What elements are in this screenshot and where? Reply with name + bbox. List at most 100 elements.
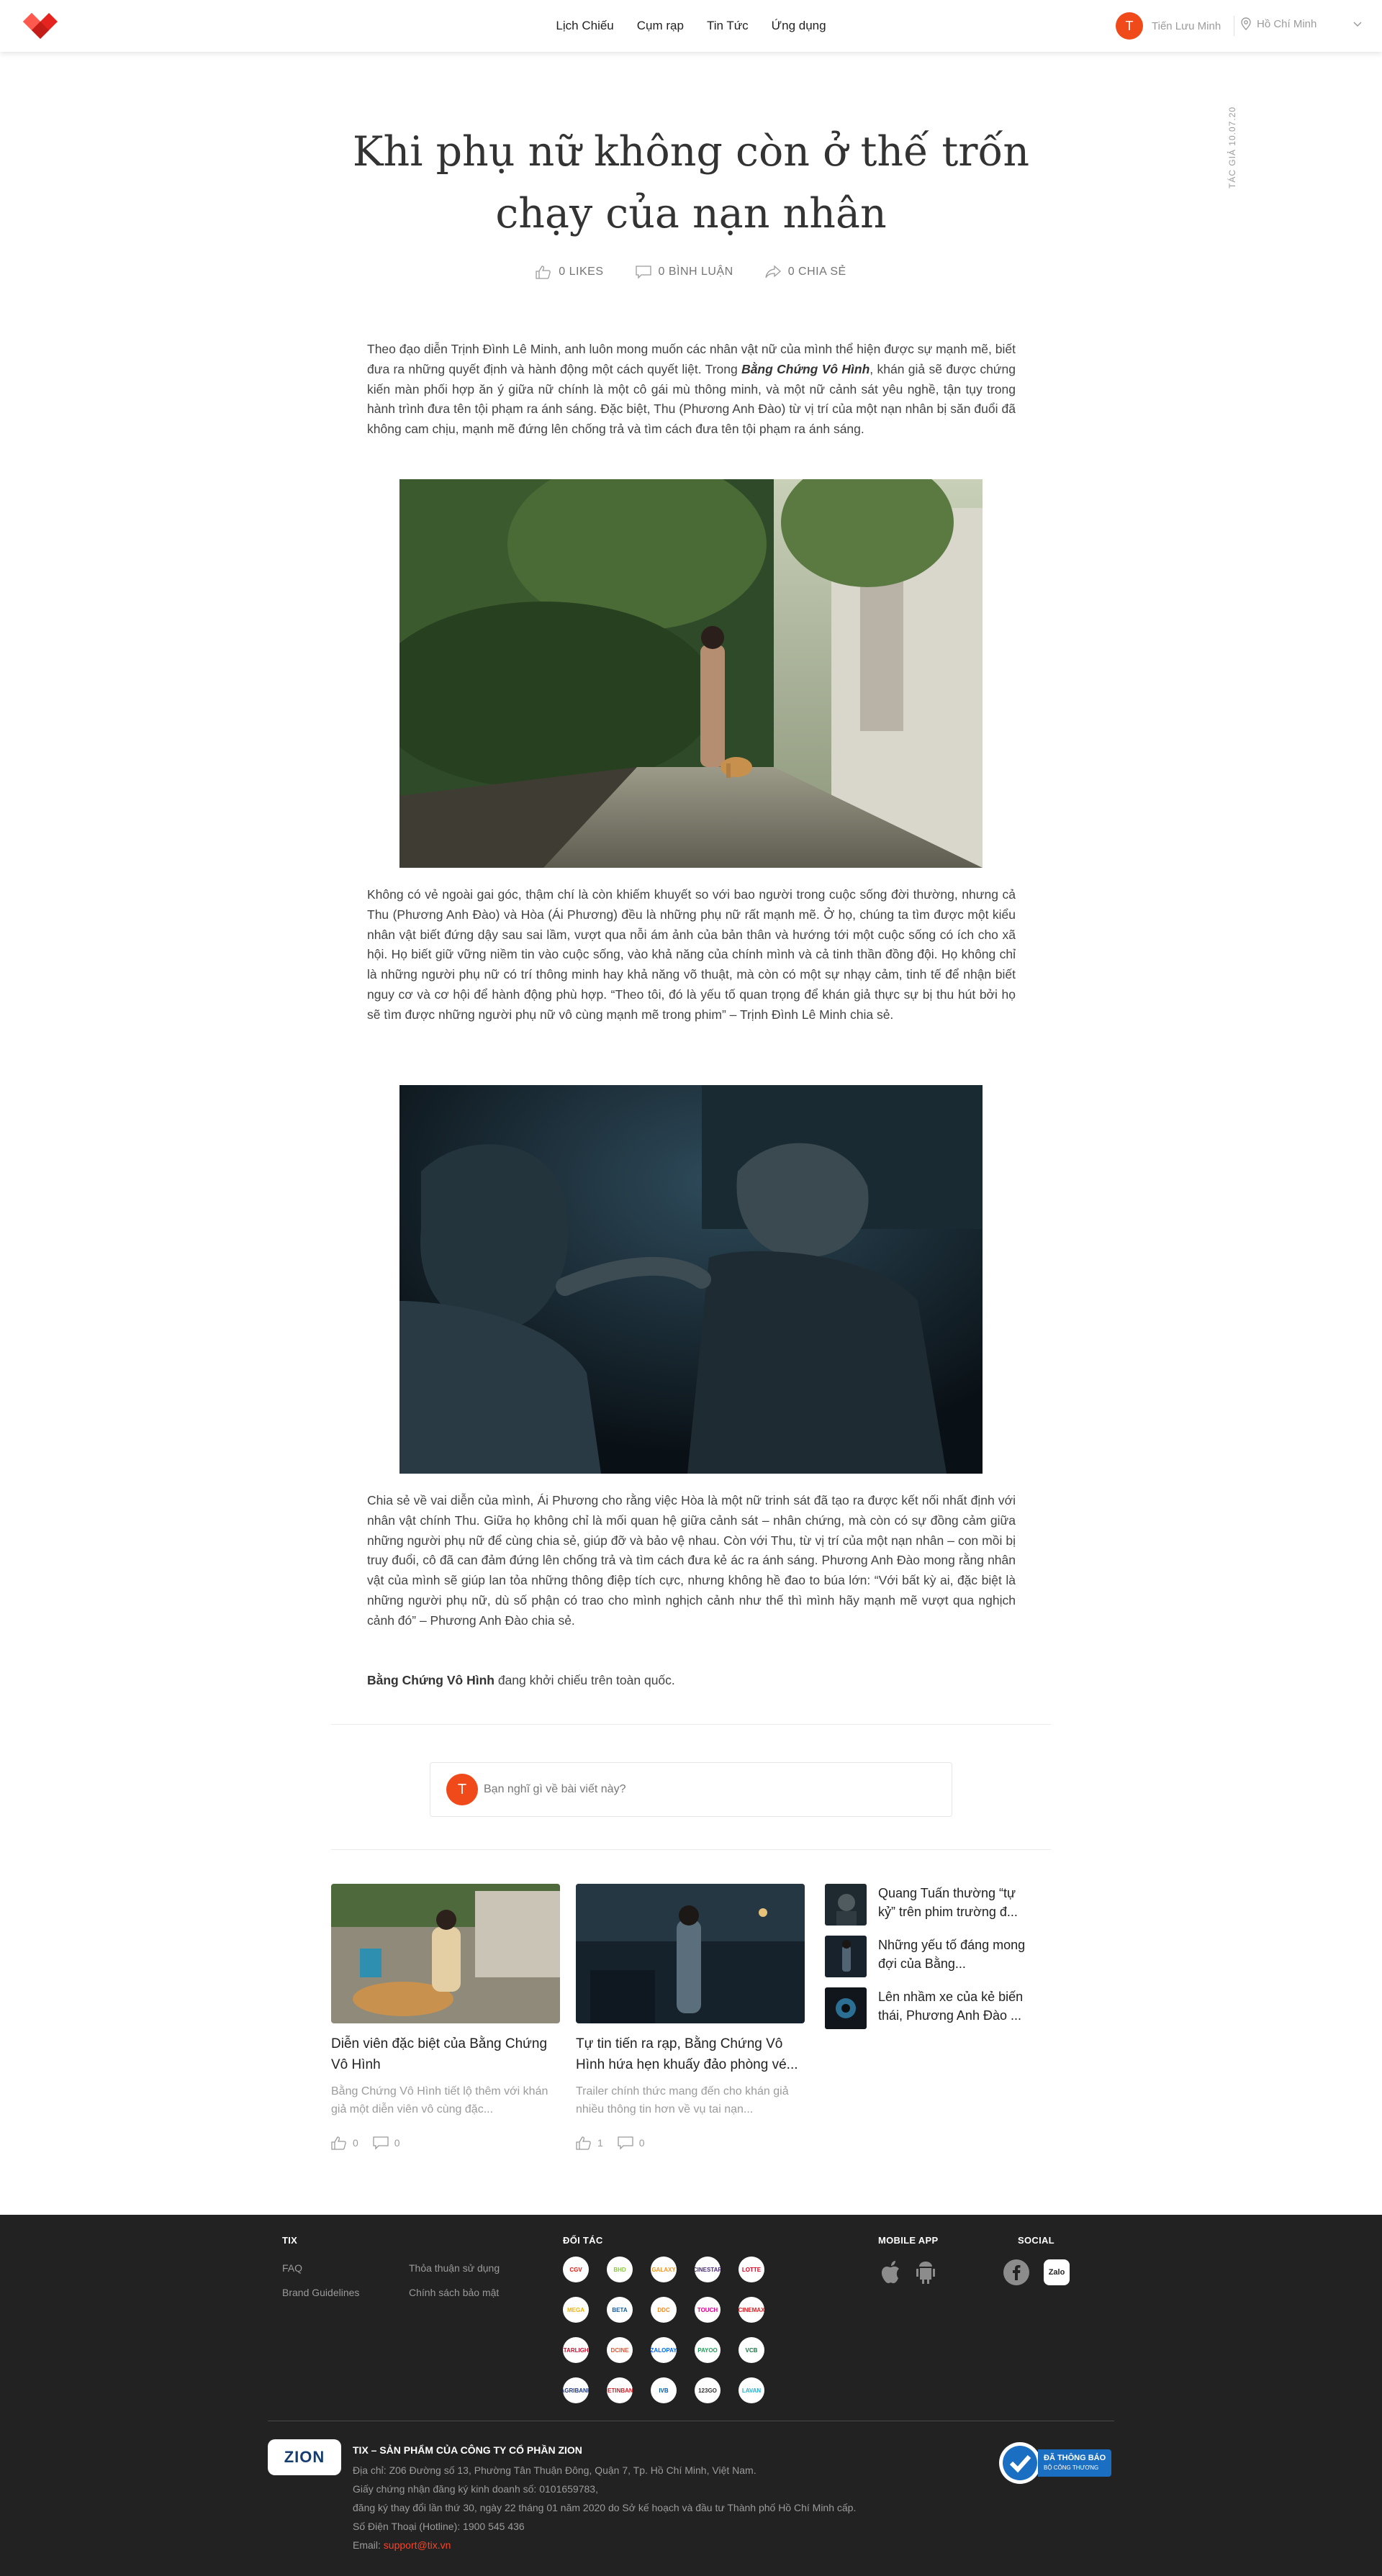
email-link[interactable]: support@tix.vn bbox=[384, 2539, 451, 2551]
card-like-button[interactable]: 1 bbox=[576, 2136, 603, 2150]
footer-link-brand[interactable]: Brand Guidelines bbox=[282, 2287, 359, 2298]
likes-count: 0 LIKES bbox=[559, 266, 604, 278]
partner-logo-123go[interactable]: 123GO bbox=[695, 2377, 721, 2403]
nav-tin-tuc[interactable]: Tin Tức bbox=[707, 19, 749, 33]
related-card-desc: Bằng Chứng Vô Hình tiết lộ thêm với khán… bbox=[331, 2085, 548, 2115]
related-card-title[interactable]: Tự tin tiến ra rạp, Bằng Chứng Vô Hình h… bbox=[576, 2033, 805, 2075]
chevron-down-icon[interactable] bbox=[1352, 19, 1363, 30]
comment-button[interactable]: 0 BÌNH LUẬN bbox=[635, 265, 733, 279]
article-paragraph-2: Không có vẻ ngoài gai góc, thậm chí là c… bbox=[367, 887, 1016, 1022]
company-license-detail: đăng ký thay đổi lần thứ 30, ngày 22 thá… bbox=[353, 2502, 857, 2513]
partner-logo-vcb[interactable]: VCB bbox=[739, 2337, 764, 2363]
side-news-item[interactable]: Lên nhầm xe của kẻ biến thái, Phương Anh… bbox=[825, 1987, 1034, 2031]
footer-tix-heading: TIX bbox=[282, 2235, 298, 2246]
partner-logo-payoo[interactable]: PAYOO bbox=[695, 2337, 721, 2363]
footer-social-heading: SOCIAL bbox=[1018, 2235, 1054, 2246]
partner-logo-cgv[interactable]: CGV bbox=[563, 2257, 589, 2282]
avatar: T bbox=[1116, 12, 1143, 40]
photo-night-confrontation bbox=[399, 1085, 983, 1474]
partner-logo-beta[interactable]: BETA bbox=[607, 2297, 633, 2323]
company-name: TIX – SẢN PHẨM CỦA CÔNG TY CỔ PHẦN ZION bbox=[353, 2444, 582, 2456]
side-news-title[interactable]: Quang Tuấn thường “tự kỷ” trên phim trườ… bbox=[878, 1884, 1034, 1921]
company-hotline: Số Điện Thoại (Hotline): 1900 545 436 bbox=[353, 2521, 525, 2532]
company-address: Địa chỉ: Z06 Đường số 13, Phường Tân Thu… bbox=[353, 2464, 757, 2476]
partner-logo-lavan[interactable]: LAVAN bbox=[739, 2377, 764, 2403]
partner-logo-ivb[interactable]: IVB bbox=[651, 2377, 677, 2403]
comment-icon bbox=[618, 2136, 633, 2150]
article-title: Khi phụ nữ không còn ở thế trốn chạy của… bbox=[352, 128, 1030, 237]
like-button[interactable]: 0 LIKES bbox=[536, 265, 603, 279]
location-label: Hồ Chí Minh bbox=[1257, 17, 1317, 30]
partner-logo-starlight[interactable]: STARLIGHT bbox=[563, 2337, 589, 2363]
user-account[interactable]: T Tiến Lưu Minh bbox=[1116, 12, 1221, 40]
comment-icon bbox=[373, 2136, 389, 2150]
zalo-icon[interactable]: Zalo bbox=[1044, 2259, 1070, 2285]
location-pin-icon bbox=[1241, 17, 1251, 30]
share-icon bbox=[765, 265, 781, 278]
comment-placeholder: Bạn nghĩ gì về bài viết này? bbox=[484, 1783, 626, 1795]
comments-count: 0 BÌNH LUẬN bbox=[658, 266, 733, 278]
related-photo-dog bbox=[331, 1884, 560, 2023]
user-name: Tiến Lưu Minh bbox=[1152, 19, 1221, 32]
footer-link-terms[interactable]: Thỏa thuận sử dụng bbox=[409, 2262, 500, 2274]
partner-logo-bhd[interactable]: BHD bbox=[607, 2257, 633, 2282]
partner-logo-galaxy[interactable]: GALAXY bbox=[651, 2257, 677, 2282]
partner-logo-dcine[interactable]: DCINE bbox=[607, 2337, 633, 2363]
shares-count: 0 CHIA SẺ bbox=[787, 266, 846, 278]
facebook-icon[interactable] bbox=[1003, 2259, 1029, 2285]
comment-icon bbox=[635, 266, 651, 279]
side-news-title[interactable]: Những yếu tố đáng mong đợi của Bằng... bbox=[878, 1936, 1034, 1973]
related-card-title[interactable]: Diễn viên đặc biệt của Bằng Chứng Vô Hìn… bbox=[331, 2033, 560, 2075]
partner-logo-lotte[interactable]: LOTTE bbox=[739, 2257, 764, 2282]
bct-badge[interactable]: ĐÃ THÔNG BÁO BỘ CÔNG THƯƠNG bbox=[998, 2441, 1114, 2485]
related-photo-night bbox=[576, 1884, 805, 2023]
side-news-item[interactable]: Quang Tuấn thường “tự kỷ” trên phim trườ… bbox=[825, 1884, 1034, 1927]
card-comment-button[interactable]: 0 bbox=[618, 2136, 645, 2150]
location-selector[interactable]: Hồ Chí Minh bbox=[1241, 17, 1316, 30]
partner-logo-touch[interactable]: TOUCH bbox=[695, 2297, 721, 2323]
partner-logo-agribank[interactable]: AGRIBANK bbox=[563, 2377, 589, 2403]
nav-lich-chieu[interactable]: Lịch Chiếu bbox=[556, 19, 613, 33]
side-news-thumb[interactable] bbox=[825, 1936, 867, 1977]
related-card-image[interactable] bbox=[331, 1884, 560, 2023]
footer-link-privacy[interactable]: Chính sách bảo mật bbox=[409, 2287, 499, 2298]
card-comment-button[interactable]: 0 bbox=[373, 2136, 400, 2150]
related-card[interactable]: Diễn viên đặc biệt của Bằng Chứng Vô Hìn… bbox=[331, 1884, 560, 2150]
author-date: TÁC GIẢ 10.07.20 bbox=[1227, 106, 1237, 189]
partner-logo-zalopay[interactable]: ZALOPAY bbox=[651, 2337, 677, 2363]
side-news-item[interactable]: Những yếu tố đáng mong đợi của Bằng... bbox=[825, 1936, 1034, 1979]
article-photo-night bbox=[399, 1085, 983, 1474]
side-news-title[interactable]: Lên nhầm xe của kẻ biến thái, Phương Anh… bbox=[878, 1987, 1034, 2025]
company-email: Email: support@tix.vn bbox=[353, 2539, 451, 2551]
nav-ung-dung[interactable]: Ứng dụng bbox=[772, 19, 826, 33]
partner-logo-cinemax[interactable]: CINEMAX bbox=[739, 2297, 764, 2323]
partner-logo-ddc[interactable]: DDC bbox=[651, 2297, 677, 2323]
footer bbox=[0, 2215, 1382, 2576]
footer-link-faq[interactable]: FAQ bbox=[282, 2262, 302, 2274]
zion-logo: ZION bbox=[268, 2439, 341, 2475]
thumbs-up-icon bbox=[331, 2136, 346, 2150]
footer-app-heading: MOBILE APP bbox=[878, 2235, 939, 2246]
side-news-thumb[interactable] bbox=[825, 1987, 867, 2029]
related-card-desc: Trailer chính thức mang đến cho khán giả… bbox=[576, 2085, 789, 2115]
related-card-stats: 1 0 bbox=[576, 2136, 805, 2150]
partner-logo-mega[interactable]: MEGA bbox=[563, 2297, 589, 2323]
partner-logo-vietinbank[interactable]: VIETINBANK bbox=[607, 2377, 633, 2403]
related-card[interactable]: Tự tin tiến ra rạp, Bằng Chứng Vô Hình h… bbox=[576, 1884, 805, 2150]
nav-cum-rap[interactable]: Cụm rạp bbox=[637, 19, 684, 33]
apple-icon[interactable] bbox=[880, 2259, 903, 2285]
related-card-image[interactable] bbox=[576, 1884, 805, 2023]
article-photo-street bbox=[399, 479, 983, 868]
card-like-button[interactable]: 0 bbox=[331, 2136, 358, 2150]
side-news-thumb[interactable] bbox=[825, 1884, 867, 1926]
partner-logo-cinestar[interactable]: CINESTAR bbox=[695, 2257, 721, 2282]
android-icon[interactable] bbox=[914, 2259, 937, 2285]
related-card-stats: 0 0 bbox=[331, 2136, 560, 2150]
divider bbox=[331, 1724, 1051, 1725]
article-paragraph-3: Chia sẻ về vai diễn của mình, Ái Phương … bbox=[367, 1493, 1016, 1628]
comment-avatar: T bbox=[446, 1774, 478, 1805]
share-button[interactable]: 0 CHIA SẺ bbox=[765, 265, 846, 279]
comment-input[interactable]: T Bạn nghĩ gì về bài viết này? bbox=[430, 1762, 952, 1817]
article-stats: 0 LIKES 0 BÌNH LUẬN 0 CHIA SẺ bbox=[0, 265, 1382, 279]
photo-woman-walking-dog bbox=[399, 479, 983, 868]
